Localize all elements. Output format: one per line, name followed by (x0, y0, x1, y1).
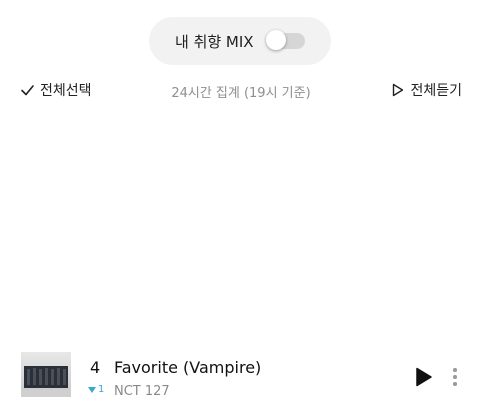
play-outline-icon (392, 83, 404, 97)
more-dot-icon (453, 368, 457, 372)
play-all-label: 전체듣기 (410, 83, 462, 99)
song-row[interactable]: 4 1 Favorite (Vampire) NCT 127 (0, 350, 480, 400)
select-all-label: 전체선택 (40, 83, 92, 99)
chart-rank: 4 (90, 358, 101, 377)
song-title[interactable]: Favorite (Vampire) (114, 358, 261, 377)
album-art[interactable] (21, 352, 71, 397)
play-all-button[interactable]: 전체듣기 (392, 80, 462, 100)
chart-toolbar: 전체선택 24시간 집계 (19시 기준) 전체듣기 (0, 78, 480, 104)
song-artist[interactable]: NCT 127 (114, 384, 170, 399)
chart-aggregation-time: 24시간 집계 (19시 기준) (171, 86, 311, 101)
chart-page: 내 취향 MIX 전체선택 24시간 집계 (19시 기준) 전체듣기 4 1 … (0, 0, 480, 420)
rank-down-icon (88, 386, 96, 393)
play-icon (416, 367, 432, 387)
my-taste-mix-label: 내 취향 MIX (175, 33, 254, 51)
more-dot-icon (453, 375, 457, 379)
play-song-button[interactable] (412, 366, 434, 388)
select-all-button[interactable]: 전체선택 (20, 80, 92, 100)
checkmark-icon (20, 83, 35, 98)
my-taste-mix-toggle[interactable] (266, 30, 305, 50)
more-dot-icon (453, 382, 457, 386)
rank-change-indicator: 1 (88, 384, 104, 395)
more-options-button[interactable] (446, 365, 464, 389)
rank-change-value: 1 (98, 384, 105, 395)
my-taste-mix-toggle-container[interactable]: 내 취향 MIX (149, 17, 331, 65)
content-area (0, 118, 480, 340)
toggle-knob (266, 30, 286, 50)
